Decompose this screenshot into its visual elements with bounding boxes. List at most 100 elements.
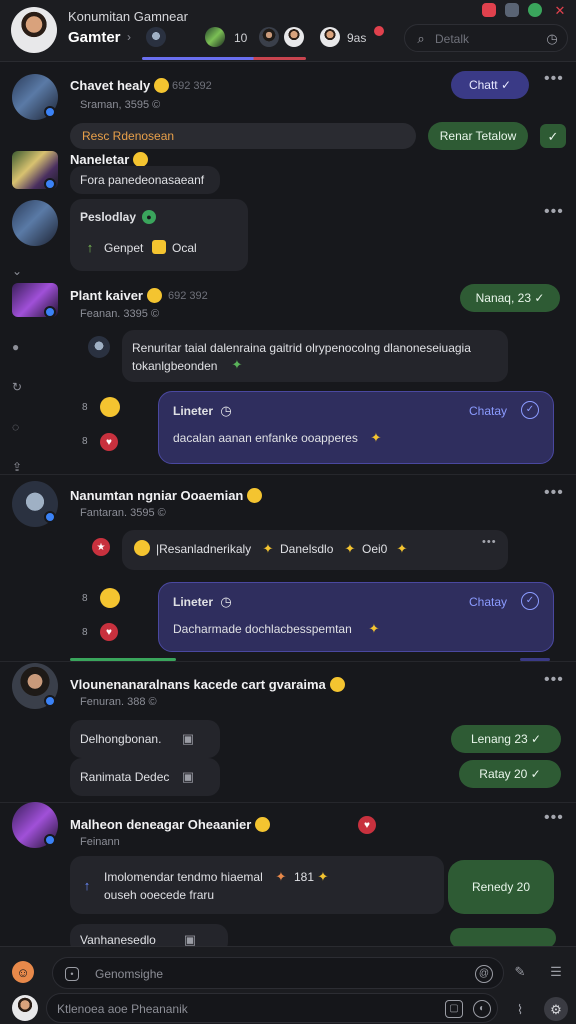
follow-button[interactable]: Renedy 20 bbox=[448, 860, 554, 914]
more-options-icon[interactable]: ••• bbox=[482, 536, 497, 548]
settings-icon[interactable]: ⚙ bbox=[544, 997, 568, 1021]
reply-action[interactable]: Chatay bbox=[469, 404, 507, 418]
reply-index: 8 bbox=[82, 436, 88, 447]
user-avatar[interactable] bbox=[12, 995, 38, 1021]
more-options-icon[interactable]: ••• bbox=[544, 671, 564, 689]
post-text: Fora panedeonasaeanf bbox=[80, 173, 205, 187]
menu-icon[interactable]: ☰ bbox=[546, 961, 566, 981]
shield-icon[interactable] bbox=[505, 3, 519, 17]
comment-text: Renuritar taial dalenraina gaitrid olryp… bbox=[132, 341, 471, 355]
lock-icon: ▣ bbox=[181, 768, 195, 784]
emoji-icon[interactable] bbox=[100, 397, 120, 417]
pen-icon[interactable]: ✎ bbox=[510, 961, 530, 981]
check-icon[interactable]: ✓ bbox=[540, 124, 566, 148]
attach-icon[interactable]: ⌇ bbox=[510, 999, 530, 1019]
gas-label: 9as bbox=[347, 31, 367, 45]
reply-card[interactable]: Lineter ◷ Chatay ✓ Dacharmade dochlacbes… bbox=[158, 582, 554, 652]
reply-placeholder: Ktlenoea aoe Pheananik bbox=[57, 1002, 188, 1016]
close-window-icon[interactable] bbox=[482, 3, 496, 17]
clock-icon: ◷ bbox=[220, 402, 232, 418]
comment-bubble: Renuritar taial dalenraina gaitrid olryp… bbox=[122, 330, 508, 382]
post-author[interactable]: Vlounenanaralnans kacede cart gvaraima bbox=[70, 677, 345, 692]
clock-icon[interactable]: ◷ bbox=[545, 31, 559, 45]
follow-button[interactable]: Nanaq, 23 ✓ bbox=[460, 284, 560, 312]
verified-badge bbox=[44, 695, 56, 707]
lock-icon: ▣ bbox=[183, 931, 197, 947]
member-avatar[interactable] bbox=[146, 27, 166, 47]
post-author[interactable]: Peslodlay bbox=[80, 210, 136, 224]
gif-icon[interactable]: ◐ bbox=[473, 1000, 491, 1018]
emoji-icon bbox=[329, 677, 345, 692]
reaction-icon[interactable]: ♥ bbox=[100, 623, 118, 641]
post-author[interactable]: Plant kaiver bbox=[70, 288, 162, 303]
check-circle-icon[interactable]: ✓ bbox=[521, 401, 539, 419]
member-avatar[interactable] bbox=[259, 27, 279, 47]
notification-dot bbox=[374, 26, 384, 36]
mention-icon[interactable]: @ bbox=[475, 965, 493, 983]
post-content: ↑ Imolomendar tendmo hiaemal ✦ 181 ✦ ous… bbox=[70, 856, 444, 914]
more-options-icon[interactable]: ••• bbox=[544, 70, 564, 88]
add-icon[interactable]: • bbox=[65, 967, 79, 981]
verified-badge bbox=[44, 178, 56, 190]
post-text: Imolomendar tendmo hiaemal bbox=[104, 870, 263, 884]
post-author[interactable]: Nanumtan ngniar Ooaemian bbox=[70, 488, 263, 503]
clock-icon: ◷ bbox=[220, 593, 232, 609]
message-input[interactable]: • Genomsighe @ bbox=[52, 957, 504, 989]
emoji-icon[interactable] bbox=[100, 588, 120, 608]
search-placeholder: Detalk bbox=[435, 32, 470, 46]
list-item-label: Ranimata Dedec bbox=[80, 770, 170, 784]
more-options-icon[interactable]: ••• bbox=[544, 203, 564, 221]
follow-button[interactable]: Renar Tetalow bbox=[428, 122, 528, 150]
lock-icon: ▣ bbox=[181, 730, 195, 746]
follow-button[interactable]: Lenang 23 ✓ bbox=[451, 725, 561, 753]
reply-index: 8 bbox=[82, 402, 88, 413]
post-avatar[interactable] bbox=[12, 200, 58, 246]
emoji-icon bbox=[134, 540, 150, 556]
reply-title: Lineter bbox=[173, 595, 214, 609]
header-chevron[interactable]: › bbox=[127, 30, 131, 44]
banner-text: Resc Rdenosean bbox=[82, 129, 175, 143]
image-icon[interactable]: ▢ bbox=[445, 1000, 463, 1018]
chat-icon[interactable]: ◌ bbox=[12, 420, 19, 434]
chat-button[interactable]: Chatt ✓ bbox=[451, 71, 529, 99]
refresh-icon[interactable]: ↻ bbox=[12, 380, 22, 394]
member-avatar[interactable] bbox=[205, 27, 225, 47]
reply-text: Dacharmade dochlacbesspemtan bbox=[173, 622, 352, 636]
reply-card[interactable]: Lineter ◷ Chatay ✓ dacalan aanan enfanke… bbox=[158, 391, 554, 464]
reaction-icon[interactable]: ♥ bbox=[100, 433, 118, 451]
status-green-icon[interactable] bbox=[528, 3, 542, 17]
reply-input[interactable]: Ktlenoea aoe Pheananik ▢ ◐ bbox=[46, 993, 498, 1023]
list-item[interactable]: Ranimata Dedec ▣ bbox=[70, 758, 220, 796]
more-options-icon[interactable]: ••• bbox=[544, 484, 564, 502]
member-count: 10 bbox=[234, 31, 248, 45]
verified-badge bbox=[44, 306, 56, 318]
follow-button[interactable]: Ratay 20 ✓ bbox=[459, 760, 561, 788]
progress-indicator-end bbox=[520, 658, 550, 661]
sparkle-icon: ✦ bbox=[262, 540, 274, 556]
reaction-icon[interactable]: ★ bbox=[92, 538, 110, 556]
member-avatar[interactable] bbox=[320, 27, 340, 47]
chevron-down-icon[interactable]: ⌄ bbox=[12, 264, 22, 278]
close-icon[interactable]: ✕ bbox=[552, 2, 568, 18]
post-content: Fora panedeonasaeanf bbox=[70, 166, 220, 194]
emoji-picker-icon[interactable]: ☺ bbox=[12, 961, 34, 983]
app-header: Konumitan Gamnear Gamter › 10 9as ✕ ⌕ De… bbox=[0, 0, 576, 62]
banner-bar[interactable]: Resc Rdenosean bbox=[70, 123, 416, 149]
post-time: 692 392 bbox=[168, 290, 208, 302]
divider bbox=[0, 474, 576, 475]
channel-avatar[interactable] bbox=[11, 7, 57, 53]
follow-button[interactable] bbox=[450, 928, 556, 948]
reply-action[interactable]: Chatay bbox=[469, 595, 507, 609]
channel-subtitle[interactable]: Gamter bbox=[68, 29, 121, 46]
more-options-icon[interactable]: ••• bbox=[544, 809, 564, 827]
share-icon[interactable]: ⇪ bbox=[12, 460, 22, 474]
member-avatar[interactable] bbox=[284, 27, 304, 47]
search-bar[interactable]: ⌕ Detalk ◷ bbox=[404, 24, 568, 52]
user-icon[interactable]: ● bbox=[12, 340, 19, 354]
post-author[interactable]: Malheon deneagar Oheaanier bbox=[70, 817, 271, 832]
reaction-icon[interactable]: ♥ bbox=[358, 816, 376, 834]
check-circle-icon[interactable]: ✓ bbox=[521, 592, 539, 610]
list-item[interactable]: Delhongbonan. ▣ bbox=[70, 720, 220, 758]
commenter-avatar[interactable] bbox=[88, 336, 110, 358]
post-author[interactable]: Chavet healy bbox=[70, 78, 170, 93]
